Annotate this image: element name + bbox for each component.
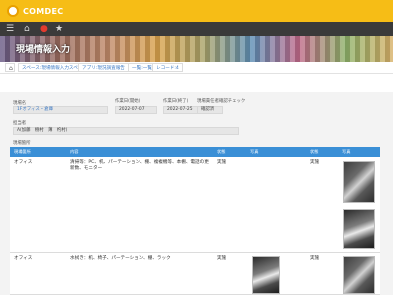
- col-photo: 写真: [250, 149, 259, 154]
- table-row[interactable]: オフィス 清掃等：PC、机、パーテーション、棚、複複機等、本棚、電話の更新数、モ…: [10, 157, 380, 253]
- photo-thumbnail[interactable]: [343, 256, 375, 294]
- star-icon[interactable]: ★: [55, 24, 63, 34]
- toolbar: ☰ ⌂ ● ★: [0, 22, 393, 36]
- row-place: オフィス: [14, 256, 33, 261]
- home-icon[interactable]: ⌂: [24, 24, 30, 34]
- table-header: 現場箇所 内容 状態 写真 状態 写真: [10, 147, 380, 157]
- photo-thumbnail[interactable]: [343, 161, 375, 203]
- photo-thumbnail[interactable]: [252, 256, 280, 294]
- row-status-2: 実施: [310, 256, 320, 261]
- breadcrumb-record: レコード:4: [152, 63, 183, 72]
- menu-icon[interactable]: ☰: [6, 24, 14, 34]
- survey-label: 現場箇所: [13, 141, 31, 146]
- app-logo[interactable]: COMDEC: [7, 5, 63, 17]
- row-status: 実施: [217, 256, 227, 261]
- logo-mark-icon: [7, 5, 19, 17]
- col-status: 状態: [217, 149, 226, 154]
- end-date-label: 作業日(終了): [163, 99, 189, 104]
- person-icon[interactable]: ●: [40, 24, 48, 34]
- row-place: オフィス: [14, 160, 33, 165]
- breadcrumb: ⌂ スペース:現場情報入力スペース アプリ:現況調査報告 一覧:一覧 レコード:…: [0, 62, 393, 74]
- col-photo-2: 写真: [342, 149, 351, 154]
- start-date-field[interactable]: 2022-07-07: [115, 106, 157, 114]
- breadcrumb-app[interactable]: アプリ:現況調査報告: [78, 63, 129, 72]
- row-status-2: 実施: [310, 160, 320, 165]
- table-row[interactable]: オフィス 水拭き：机、椅子、パーテーション、棚、ラック 実施 実施: [10, 253, 380, 295]
- banner-title: 現場情報入力: [16, 45, 71, 55]
- survey-table: 現場箇所 内容 状態 写真 状態 写真 オフィス 清掃等：PC、机、パーテーショ…: [10, 147, 380, 295]
- start-date-label: 作業日(開始): [115, 99, 141, 104]
- col-place: 現場箇所: [14, 149, 31, 154]
- col-status-2: 状態: [310, 149, 319, 154]
- check-field[interactable]: 確認済: [197, 106, 223, 114]
- site-field[interactable]: 1Fオフィス・倉庫: [13, 106, 108, 114]
- staff-label: 担当者: [13, 121, 27, 126]
- breadcrumb-home-icon[interactable]: ⌂: [5, 63, 15, 72]
- row-content: 清掃等：PC、机、パーテーション、棚、複複機等、本棚、電話の更新数、モニター: [70, 160, 209, 171]
- row-content: 水拭き：机、椅子、パーテーション、棚、ラック: [70, 256, 171, 261]
- app-header: COMDEC: [0, 0, 393, 22]
- row-status: 実施: [217, 160, 227, 165]
- check-label: 現場責任者確認チェック: [197, 99, 246, 104]
- photo-thumbnail[interactable]: [343, 209, 375, 249]
- col-content: 内容: [70, 149, 79, 154]
- space-banner: 現場情報入力: [0, 36, 393, 62]
- logo-text: COMDEC: [23, 6, 64, 16]
- staff-field[interactable]: A(加藤 樹村 薄 杓村): [13, 127, 239, 135]
